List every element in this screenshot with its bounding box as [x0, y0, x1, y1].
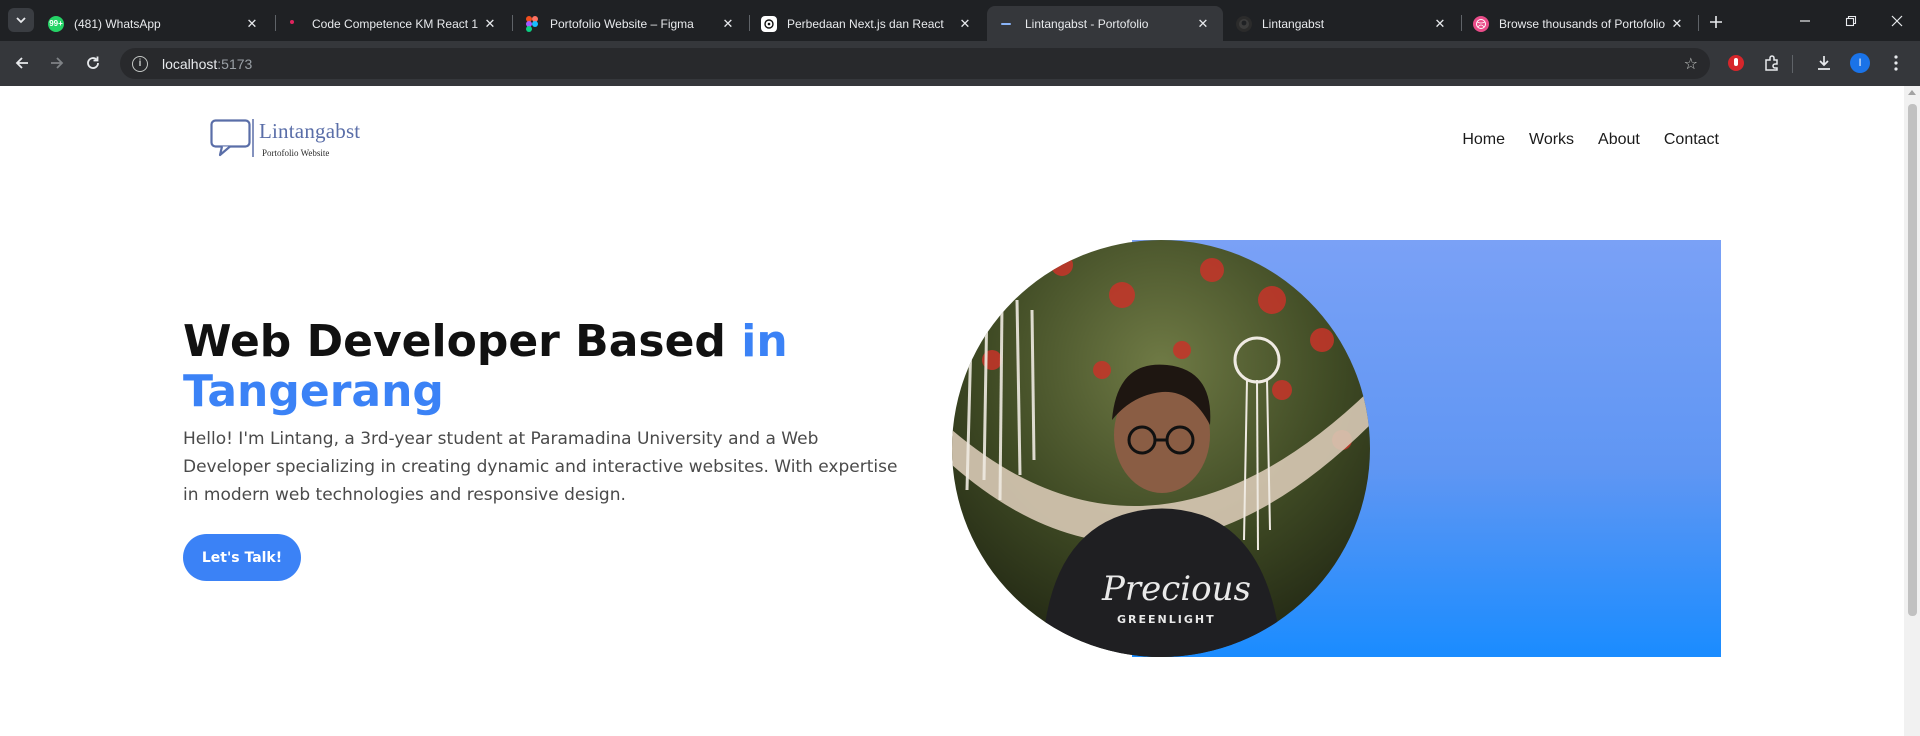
nav-about[interactable]: About — [1598, 131, 1640, 149]
main-nav: Home Works About Contact — [1462, 131, 1719, 149]
scroll-up-arrow-icon[interactable] — [1908, 90, 1916, 95]
toolbar-divider — [1792, 55, 1793, 73]
browser-toolbar: i localhost:5173 ☆ I — [0, 41, 1920, 86]
hero-visual: Precious GREENLIGHT — [952, 240, 1721, 657]
reload-button[interactable] — [79, 49, 107, 77]
new-tab-button[interactable] — [1704, 10, 1728, 34]
page-viewport: Lintangabst Portofolio Website Home Work… — [0, 86, 1904, 736]
bookmark-star-icon[interactable]: ☆ — [1684, 54, 1698, 74]
forward-button[interactable] — [43, 49, 71, 77]
tab-search-button[interactable] — [8, 8, 34, 32]
github-icon — [1236, 15, 1252, 32]
tab-title: (481) WhatsApp — [74, 16, 161, 31]
tab-strip: 99+ (481) WhatsApp ✕ Code Competence KM … — [0, 0, 1920, 41]
site-info-icon[interactable]: i — [132, 55, 148, 72]
extension-red-icon — [1728, 55, 1744, 71]
minimize-icon — [1800, 19, 1810, 22]
back-button[interactable] — [8, 49, 36, 77]
address-url: localhost:5173 — [162, 55, 253, 72]
logo-name: Lintangabst — [259, 119, 361, 143]
kebab-menu-icon — [1894, 55, 1898, 71]
close-icon[interactable]: ✕ — [244, 16, 260, 32]
avatar: I — [1850, 53, 1870, 73]
tab-code-competence[interactable]: Code Competence KM React 1 ✕ — [274, 6, 510, 41]
nav-contact[interactable]: Contact — [1664, 131, 1719, 149]
tab-title: Code Competence KM React 1 — [312, 16, 479, 31]
close-window-button[interactable] — [1874, 0, 1920, 41]
hero-title: Web Developer Based in Tangerang — [183, 317, 903, 417]
extension-button[interactable] — [1722, 49, 1750, 77]
shirt-print: Precious — [1101, 569, 1251, 609]
arrow-right-icon — [51, 57, 64, 69]
plus-icon — [1710, 16, 1722, 28]
tab-chatgpt[interactable]: Perbedaan Next.js dan React ✕ — [749, 6, 985, 41]
tab-title: Browse thousands of Portofolio — [1499, 16, 1666, 31]
tab-title: Lintangabst - Portofolio — [1025, 16, 1149, 31]
tab-title: Perbedaan Next.js dan React — [787, 16, 944, 31]
minimize-button[interactable] — [1782, 0, 1828, 41]
svg-text:GREENLIGHT: GREENLIGHT — [1117, 613, 1216, 626]
close-icon[interactable]: ✕ — [482, 16, 498, 32]
tab-lintangabst-portofolio[interactable]: Lintangabst - Portofolio ✕ — [987, 6, 1223, 41]
restore-icon — [1845, 15, 1857, 26]
whatsapp-icon: 99+ — [48, 15, 64, 32]
nav-works[interactable]: Works — [1529, 131, 1574, 149]
tab-figma[interactable]: Portofolio Website – Figma ✕ — [512, 6, 748, 41]
chat-bubble-logo-icon — [210, 119, 254, 157]
tab-title: Lintangabst — [1262, 16, 1325, 31]
nav-home[interactable]: Home — [1462, 131, 1505, 149]
hero-description: Hello! I'm Lintang, a 3rd-year student a… — [183, 429, 898, 505]
restore-button[interactable] — [1828, 0, 1874, 41]
dribbble-icon — [1473, 15, 1489, 32]
tab-dribbble[interactable]: Browse thousands of Portofolio ✕ — [1461, 6, 1697, 41]
scrollbar-thumb[interactable] — [1908, 104, 1917, 616]
browser-menu-button[interactable] — [1882, 49, 1910, 77]
reload-icon — [87, 56, 99, 69]
page-icon — [999, 16, 1015, 32]
close-icon[interactable]: ✕ — [1432, 16, 1448, 32]
hero-title-main: Web Developer Based — [183, 316, 742, 367]
slides-icon — [286, 16, 302, 32]
downloads-button[interactable] — [1810, 49, 1838, 77]
profile-button[interactable]: I — [1846, 49, 1874, 77]
tab-divider — [1698, 15, 1699, 31]
tab-title: Portofolio Website – Figma — [550, 16, 694, 31]
close-icon[interactable]: ✕ — [720, 16, 736, 32]
close-icon[interactable]: ✕ — [1669, 16, 1685, 32]
lets-talk-button[interactable]: Let's Talk! — [183, 534, 301, 581]
extensions-menu-button[interactable] — [1758, 49, 1786, 77]
close-icon[interactable]: ✕ — [957, 16, 973, 32]
figma-icon — [524, 15, 540, 32]
openai-icon — [761, 15, 777, 32]
close-icon[interactable]: ✕ — [1195, 16, 1211, 32]
address-bar[interactable]: i localhost:5173 ☆ — [120, 48, 1710, 79]
tab-github[interactable]: Lintangabst ✕ — [1224, 6, 1460, 41]
profile-photo: Precious GREENLIGHT — [952, 240, 1370, 657]
arrow-left-icon — [15, 57, 28, 69]
download-icon — [1818, 56, 1830, 70]
chevron-down-icon — [16, 17, 26, 24]
page-scrollbar[interactable] — [1904, 86, 1920, 736]
site-logo[interactable]: Lintangabst Portofolio Website — [210, 119, 390, 167]
logo-tagline: Portofolio Website — [262, 148, 330, 158]
close-icon — [1891, 15, 1903, 26]
tab-whatsapp[interactable]: 99+ (481) WhatsApp ✕ — [36, 6, 272, 41]
puzzle-icon — [1765, 55, 1778, 71]
